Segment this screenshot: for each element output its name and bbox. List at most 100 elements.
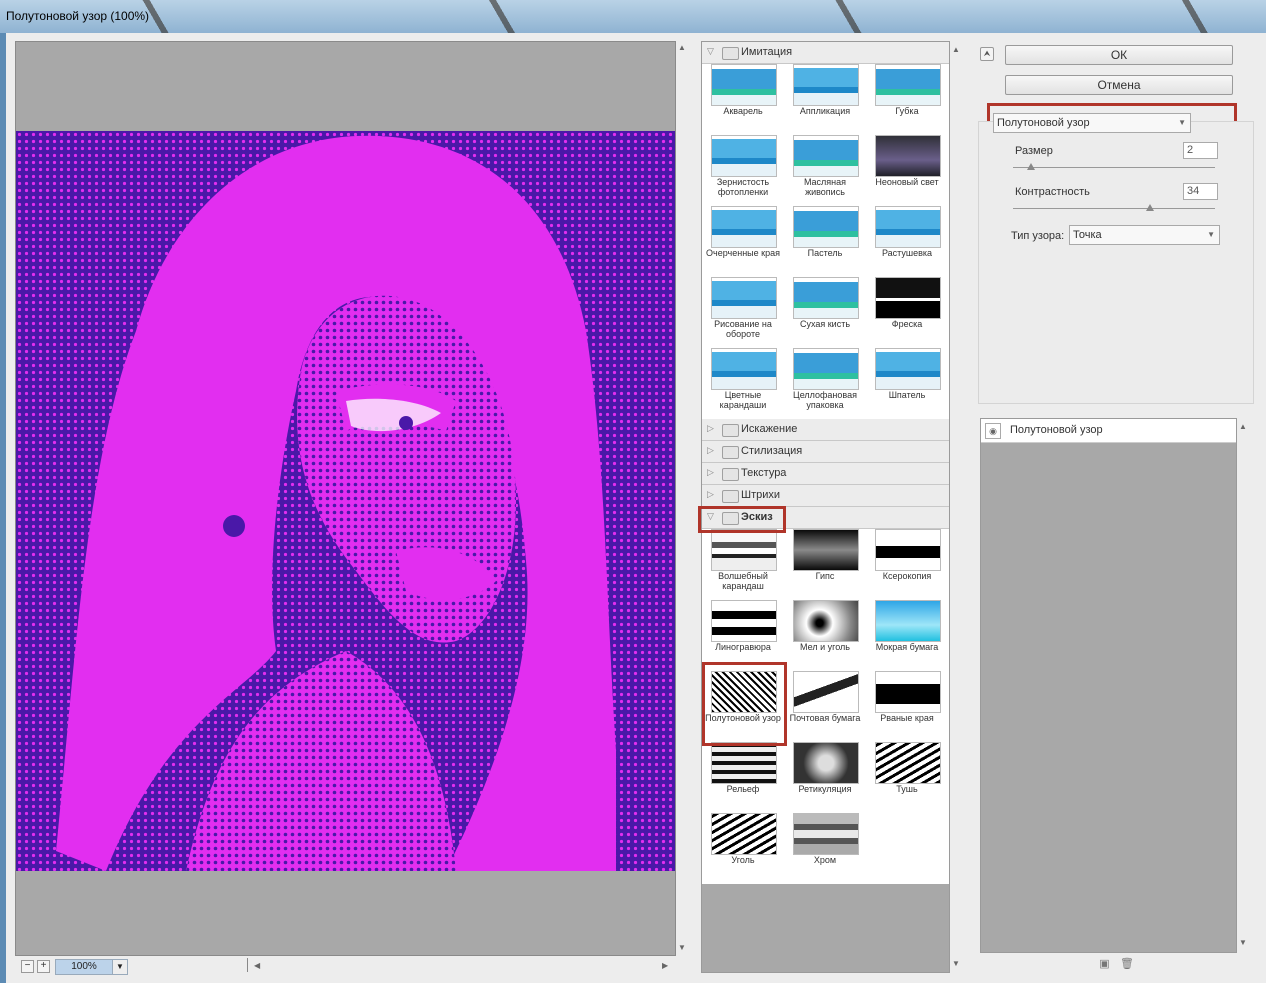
folder-icon <box>722 490 739 503</box>
window-title: Полутоновой узор (100%) <box>6 9 150 23</box>
filter-thumb-water-paper[interactable]: Мокрая бумага <box>866 600 948 670</box>
effect-layer-row[interactable]: ◉ Полутоновой узор <box>981 419 1236 443</box>
filter-thumb-smudge-stick[interactable]: Растушевка <box>866 206 948 276</box>
filter-thumb-note-paper[interactable]: Почтовая бумага <box>784 671 866 741</box>
scroll-down-arrow[interactable]: ▼ <box>952 959 960 968</box>
zoom-in-button[interactable]: + <box>37 960 50 973</box>
category-label: Имитация <box>741 46 793 58</box>
contrast-slider-handle[interactable] <box>1146 204 1155 211</box>
collapse-gallery-icon[interactable]: ⮝ <box>980 47 994 61</box>
filter-thumb-poster-edges[interactable]: Очерченные края <box>702 206 784 276</box>
filter-thumb-charcoal[interactable]: Уголь <box>702 813 784 883</box>
delete-effect-layer-icon[interactable]: 🗑 <box>1120 959 1134 970</box>
effect-layers-panel: ◉ Полутоновой узор <box>980 418 1237 953</box>
filter-thumb-dry-brush[interactable]: Сухая кисть <box>784 277 866 347</box>
collapsed-triangle-icon: ▷ <box>707 489 714 499</box>
filter-settings-panel <box>978 121 1254 404</box>
contrast-value-field[interactable]: 34 <box>1183 183 1218 200</box>
zoom-dropdown-arrow[interactable]: ▼ <box>112 959 128 975</box>
category-label: Текстура <box>741 467 787 479</box>
filter-thumb-plaster[interactable]: Гипс <box>784 529 866 599</box>
category-texture[interactable]: ▷ Текстура <box>702 463 949 485</box>
filter-thumb-underpainting[interactable]: Рисование на обороте <box>702 277 784 347</box>
pattern-type-label: Тип узора: <box>1011 230 1065 242</box>
chevron-down-icon: ▼ <box>1178 118 1186 127</box>
scroll-up-arrow[interactable]: ▲ <box>678 43 686 52</box>
filter-thumb-bas-relief[interactable]: Волшебный карандаш <box>702 529 784 599</box>
filter-thumb-reticulation[interactable]: Ретикуляция <box>784 742 866 812</box>
preview-vertical-scrollbar[interactable]: ▲ ▼ <box>676 41 688 957</box>
effect-layer-label: Полутоновой узор <box>1010 424 1103 436</box>
filter-thumb-halftone-pattern[interactable]: Полутоновой узор <box>702 671 784 741</box>
category-distort[interactable]: ▷ Искажение <box>702 419 949 441</box>
zoom-level-field[interactable]: 100% <box>55 959 113 975</box>
collapsed-triangle-icon: ▷ <box>707 423 714 433</box>
filter-thumb-colored-pencil[interactable]: Цветные карандаши <box>702 348 784 418</box>
category-sketch[interactable]: ▽ Эскиз <box>702 507 949 529</box>
category-label: Эскиз <box>741 511 773 523</box>
category-label: Искажение <box>741 423 798 435</box>
filter-thumb-photocopy[interactable]: Ксерокопия <box>866 529 948 599</box>
filter-gallery-list: ▽ Имитация Акварель Аппликация Губка Зер… <box>701 41 950 973</box>
filter-thumb-fresco[interactable]: Фреска <box>866 277 948 347</box>
scroll-up-arrow[interactable]: ▲ <box>952 45 960 54</box>
window-border <box>0 33 6 983</box>
ok-button[interactable]: ОК <box>1005 45 1233 65</box>
size-label: Размер <box>1015 145 1053 157</box>
filter-select-value: Полутоновой узор <box>997 117 1090 129</box>
filter-thumb-rough-pastels[interactable]: Пастель <box>784 206 866 276</box>
eye-icon[interactable]: ◉ <box>985 423 1001 439</box>
chevron-down-icon: ▼ <box>1207 230 1215 239</box>
folder-icon <box>722 424 739 437</box>
filter-thumb-chalk-charcoal[interactable]: Мел и уголь <box>784 600 866 670</box>
filter-thumb-film-grain[interactable]: Зернистость фотопленки <box>702 135 784 205</box>
filter-thumb-paint-daubs[interactable]: Масляная живопись <box>784 135 866 205</box>
preview-horizontal-scrollbar[interactable]: ◀ ▶ <box>247 958 668 972</box>
halftone-preview-image <box>16 131 675 871</box>
filter-thumb-sponge[interactable]: Губка <box>866 64 948 134</box>
expanded-triangle-icon: ▽ <box>707 46 714 56</box>
scroll-down-arrow[interactable]: ▼ <box>678 943 686 952</box>
preview-zoom-bar: − + 100% ▼ ◀ ▶ <box>15 958 670 975</box>
scroll-right-arrow[interactable]: ▶ <box>662 961 668 970</box>
gallery-scrollbar[interactable]: ▲ ▼ <box>950 41 962 971</box>
layers-scrollbar[interactable]: ▲ ▼ <box>1237 418 1249 951</box>
filter-thumb-stamp[interactable]: Линогравюра <box>702 600 784 670</box>
category-imitation[interactable]: ▽ Имитация <box>702 42 949 64</box>
folder-icon <box>722 512 739 525</box>
filter-thumb-neon-glow[interactable]: Неоновый свет <box>866 135 948 205</box>
size-slider-track[interactable] <box>1013 167 1215 168</box>
filter-thumb-torn-edges[interactable]: Рваные края <box>866 671 948 741</box>
cancel-button[interactable]: Отмена <box>1005 75 1233 95</box>
zoom-out-button[interactable]: − <box>21 960 34 973</box>
filter-select[interactable]: Полутоновой узор ▼ <box>993 113 1191 133</box>
filter-thumb-chrome[interactable]: Хром <box>784 813 866 883</box>
category-brush-strokes[interactable]: ▷ Штрихи <box>702 485 949 507</box>
contrast-slider-track[interactable] <box>1013 208 1215 209</box>
filter-thumb-watercolor[interactable]: Акварель <box>702 64 784 134</box>
collapsed-triangle-icon: ▷ <box>707 445 714 455</box>
scroll-up-arrow[interactable]: ▲ <box>1239 422 1247 431</box>
gallery-empty-area <box>702 884 949 972</box>
desktop-background <box>0 0 1266 33</box>
filter-thumb-palette-knife[interactable]: Шпатель <box>866 348 948 418</box>
filter-thumb-plastic-wrap[interactable]: Целлофановая упаковка <box>784 348 866 418</box>
new-effect-layer-icon[interactable]: ▣ <box>1099 959 1110 970</box>
size-value-field[interactable]: 2 <box>1183 142 1218 159</box>
pattern-type-select[interactable]: Точка ▼ <box>1069 225 1220 245</box>
category-stylize[interactable]: ▷ Стилизация <box>702 441 949 463</box>
filter-thumb-cutout[interactable]: Аппликация <box>784 64 866 134</box>
scroll-down-arrow[interactable]: ▼ <box>1239 938 1247 947</box>
preview-canvas[interactable] <box>15 41 676 956</box>
filter-thumb-graphic-pen[interactable]: Тушь <box>866 742 948 812</box>
pattern-type-value: Точка <box>1073 229 1102 241</box>
filter-thumb-emboss[interactable]: Рельеф <box>702 742 784 812</box>
contrast-label: Контрастность <box>1015 186 1090 198</box>
expanded-triangle-icon: ▽ <box>707 511 714 521</box>
size-slider-handle[interactable] <box>1027 163 1036 170</box>
category-label: Стилизация <box>741 445 803 457</box>
folder-icon <box>722 468 739 481</box>
scroll-left-arrow[interactable]: ◀ <box>254 961 260 970</box>
folder-icon <box>722 47 739 60</box>
category-label: Штрихи <box>741 489 781 501</box>
